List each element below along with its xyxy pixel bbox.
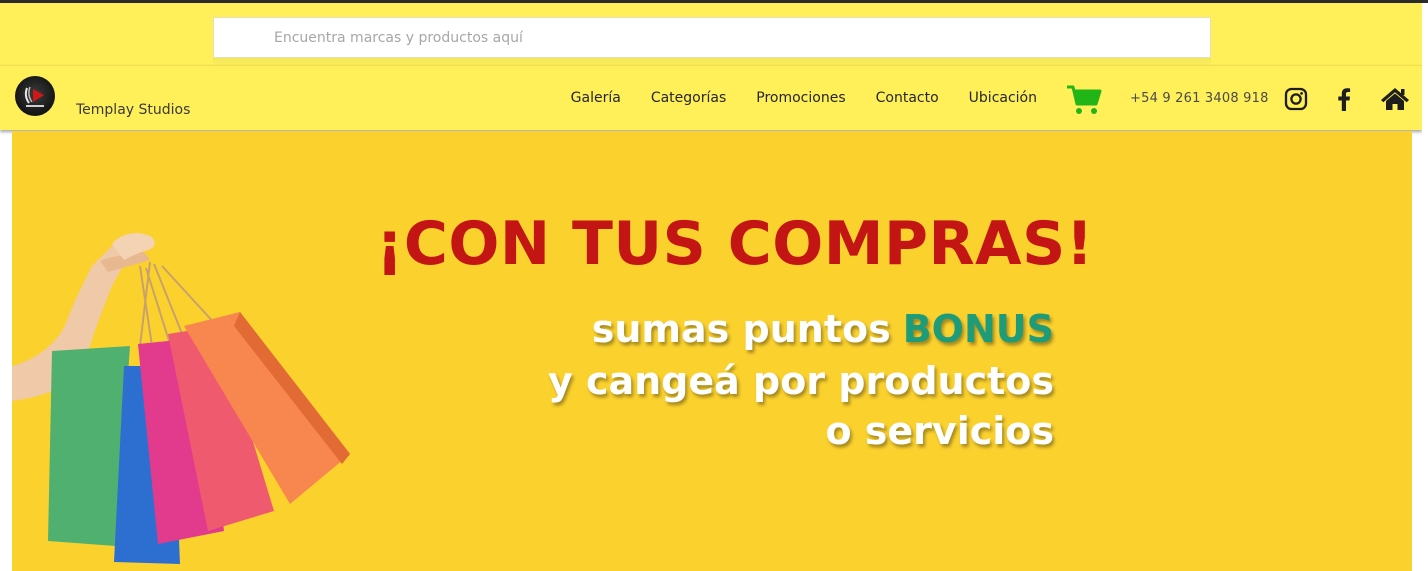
nav-link-promociones[interactable]: Promociones: [756, 90, 845, 106]
main-navigation: Galería Categorías Promociones Contacto …: [571, 90, 1037, 106]
banner-line-1: sumas puntos BONUS: [592, 307, 1054, 351]
bonus-highlight: BONUS: [902, 307, 1054, 351]
phone-number[interactable]: +54 9 261 3408 918: [1130, 91, 1269, 106]
banner-line-2: y cangeá por productos: [547, 359, 1054, 403]
scrollbar-gutter: [1422, 3, 1428, 571]
banner-headline: ¡CON TUS COMPRAS!: [376, 209, 1094, 279]
search-input[interactable]: [214, 18, 1210, 57]
nav-link-categorias[interactable]: Categorías: [651, 90, 726, 106]
promo-banner[interactable]: ¡CON TUS COMPRAS! sumas puntos BONUS y ca…: [12, 131, 1412, 571]
brand-name[interactable]: Templay Studios: [76, 102, 190, 118]
search-bar-band: [0, 3, 1428, 68]
instagram-icon[interactable]: [1283, 86, 1309, 112]
nav-link-galeria[interactable]: Galería: [571, 90, 621, 106]
shopping-cart-icon[interactable]: [1066, 84, 1102, 116]
shopping-bags-illustration: [12, 226, 372, 571]
facebook-icon[interactable]: [1331, 86, 1357, 112]
home-icon[interactable]: [1380, 86, 1410, 112]
brand-logo-icon[interactable]: [15, 76, 55, 116]
navbar: Templay Studios Galería Categorías Promo…: [0, 65, 1422, 130]
nav-link-ubicacion[interactable]: Ubicación: [969, 90, 1037, 106]
nav-link-contacto[interactable]: Contacto: [876, 90, 939, 106]
search-box[interactable]: [213, 17, 1211, 58]
banner-line-1-text: sumas puntos: [591, 307, 891, 351]
banner-line-3: o servicios: [825, 409, 1054, 453]
